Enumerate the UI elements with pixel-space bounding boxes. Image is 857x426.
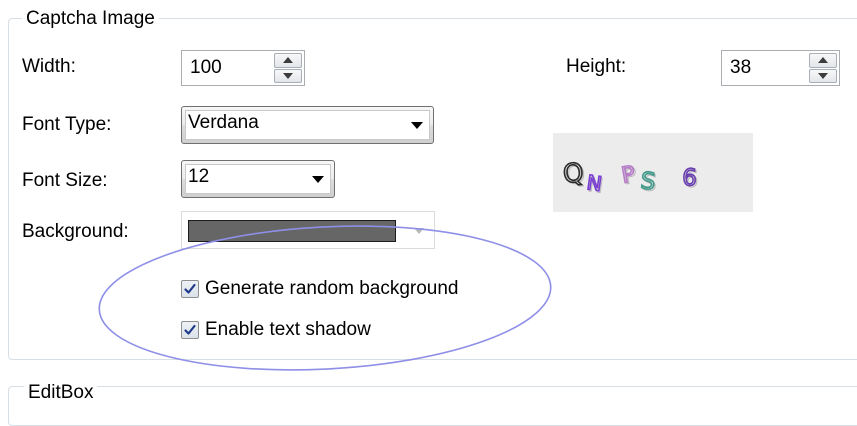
random-background-checkbox[interactable] [181, 280, 199, 298]
width-spin-up-button[interactable] [274, 53, 302, 68]
height-spinner[interactable]: 38 [721, 50, 840, 86]
captcha-char: 6 [682, 165, 698, 191]
background-color-picker[interactable] [181, 211, 435, 249]
editbox-group [8, 386, 857, 426]
font-type-dropdown[interactable]: Verdana [181, 106, 434, 144]
text-shadow-label[interactable]: Enable text shadow [205, 317, 371, 343]
captcha-char: Q [562, 158, 585, 190]
captcha-char: S [639, 168, 656, 195]
arrow-down-icon [283, 72, 293, 79]
font-size-label: Font Size: [22, 170, 108, 191]
width-spinner[interactable]: 100 [181, 50, 305, 86]
random-background-label[interactable]: Generate random background [205, 276, 459, 302]
width-label: Width: [22, 56, 76, 77]
chevron-down-icon [411, 122, 423, 129]
height-spin-down-button[interactable] [809, 68, 837, 83]
height-label: Height: [566, 56, 627, 77]
checkmark-icon [184, 283, 196, 294]
font-type-label: Font Type: [22, 114, 112, 135]
font-size-value: 12 [188, 166, 210, 187]
captcha-image-group-title: Captcha Image [22, 7, 159, 31]
height-spin-up-button[interactable] [809, 53, 837, 68]
arrow-down-icon [818, 72, 828, 79]
arrow-up-icon [283, 57, 293, 64]
captcha-preview-svg: QQ NN PP SS 66 [561, 157, 699, 198]
background-label: Background: [22, 221, 129, 242]
arrow-up-icon [818, 57, 828, 64]
height-value[interactable]: 38 [730, 56, 751, 80]
font-type-value: Verdana [188, 112, 259, 133]
editbox-group-title: EditBox [24, 383, 98, 403]
background-color-swatch [188, 220, 396, 242]
captcha-preview-image: QQNNPPSS66 [553, 133, 753, 212]
checkmark-icon [184, 324, 196, 335]
text-shadow-checkbox[interactable] [181, 321, 199, 339]
width-spin-down-button[interactable] [274, 68, 302, 83]
font-size-dropdown[interactable]: 12 [181, 160, 335, 198]
chevron-down-icon [312, 176, 324, 183]
chevron-down-icon [414, 228, 424, 234]
width-value[interactable]: 100 [190, 56, 222, 80]
